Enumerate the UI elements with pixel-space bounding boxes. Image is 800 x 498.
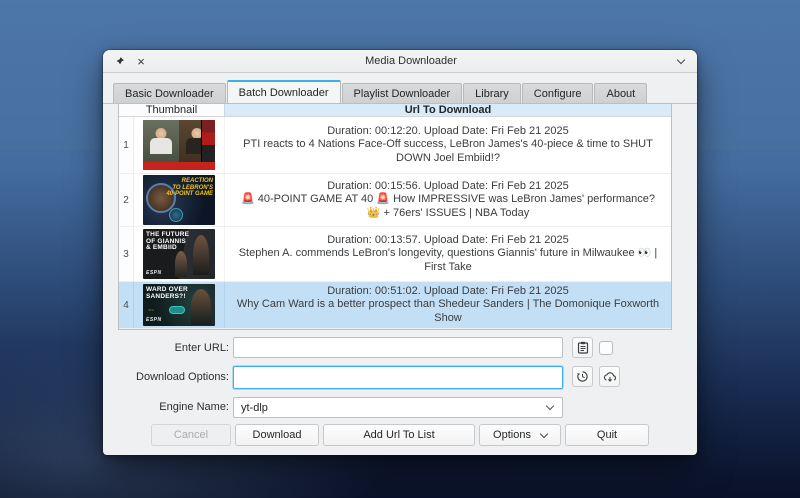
download-options-input[interactable] [233, 366, 563, 389]
table-row[interactable]: 2 REACTION TO LEBRON'S 40-POINT GAME Dur… [119, 174, 671, 227]
titlebar[interactable]: × Media Downloader [103, 50, 697, 73]
download-list-table: Thumbnail Url To Download 1 Duration: 00… [118, 103, 672, 330]
quit-button[interactable]: Quit [565, 424, 649, 446]
desktop-background: × Media Downloader Basic Downloader Batc… [0, 0, 800, 498]
media-downloader-window: × Media Downloader Basic Downloader Batc… [103, 50, 697, 455]
table-row-selected[interactable]: 4 WARD OVER SANDERS?! ~~ ESPN Duratio [119, 282, 671, 329]
engine-name-label: Engine Name: [111, 401, 229, 413]
cloud-download-button[interactable] [599, 366, 620, 387]
video-thumbnail: WARD OVER SANDERS?! ~~ ESPN [143, 284, 215, 326]
pin-icon[interactable] [112, 54, 126, 68]
close-icon[interactable]: × [134, 54, 148, 68]
table-header-row: Thumbnail Url To Download [119, 104, 671, 117]
espn-logo: ESPN [146, 270, 162, 276]
video-meta: Duration: 00:12:20. Upload Date: Fri Feb… [327, 125, 569, 139]
engine-select[interactable]: yt-dlp [233, 397, 563, 418]
video-title: 🚨 40-POINT GAME AT 40 🚨 How IMPRESSIVE w… [233, 193, 663, 220]
video-title: PTI reacts to 4 Nations Face-Off success… [233, 138, 663, 165]
monitor-clipboard-checkbox[interactable] [599, 341, 613, 355]
video-thumbnail: THE FUTURE OF GIANNIS & EMBIID ESPN [143, 229, 215, 279]
tab-basic-downloader[interactable]: Basic Downloader [113, 83, 226, 103]
column-header-thumbnail: Thumbnail [119, 104, 224, 116]
video-title: Stephen A. commends LeBron's longevity, … [233, 247, 663, 274]
row-number: 3 [119, 227, 134, 281]
table-row[interactable]: 1 Duration: 00:12:20. Upload Date: Fri F… [119, 117, 671, 174]
video-meta: Duration: 00:15:56. Upload Date: Fri Feb… [327, 180, 569, 194]
shade-chevron-icon[interactable] [674, 54, 688, 68]
cancel-button[interactable]: Cancel [151, 424, 231, 446]
url-input[interactable] [233, 337, 563, 358]
tab-configure[interactable]: Configure [522, 83, 594, 103]
download-options-label: Download Options: [111, 371, 229, 383]
row-number: 1 [119, 117, 134, 173]
tab-bar: Basic Downloader Batch Downloader Playli… [113, 80, 648, 103]
row-number: 2 [119, 174, 134, 226]
video-thumbnail: REACTION TO LEBRON'S 40-POINT GAME [143, 175, 215, 225]
table-row[interactable]: 3 THE FUTURE OF GIANNIS & EMBIID ESPN Du… [119, 227, 671, 282]
add-url-to-list-button[interactable]: Add Url To List [323, 424, 475, 446]
chevron-down-icon [546, 402, 554, 410]
video-meta: Duration: 00:13:57. Upload Date: Fri Feb… [327, 234, 569, 248]
enter-url-label: Enter URL: [111, 342, 229, 354]
video-title: Why Cam Ward is a better prospect than S… [233, 298, 663, 325]
tab-about[interactable]: About [594, 83, 647, 103]
engine-selected-value: yt-dlp [241, 402, 268, 414]
tab-batch-downloader[interactable]: Batch Downloader [227, 80, 341, 103]
video-thumbnail [143, 120, 215, 170]
download-button[interactable]: Download [235, 424, 319, 446]
video-meta: Duration: 00:51:02. Upload Date: Fri Feb… [327, 285, 569, 299]
tab-library[interactable]: Library [463, 83, 521, 103]
history-button[interactable] [572, 366, 593, 387]
row-number: 4 [119, 282, 134, 328]
tab-playlist-downloader[interactable]: Playlist Downloader [342, 83, 463, 103]
window-title: Media Downloader [148, 55, 674, 67]
espn-logo: ESPN [146, 317, 162, 323]
paste-clipboard-button[interactable] [572, 337, 593, 358]
chevron-down-icon [540, 429, 548, 437]
column-header-url: Url To Download [224, 104, 671, 116]
options-button[interactable]: Options [479, 424, 561, 446]
